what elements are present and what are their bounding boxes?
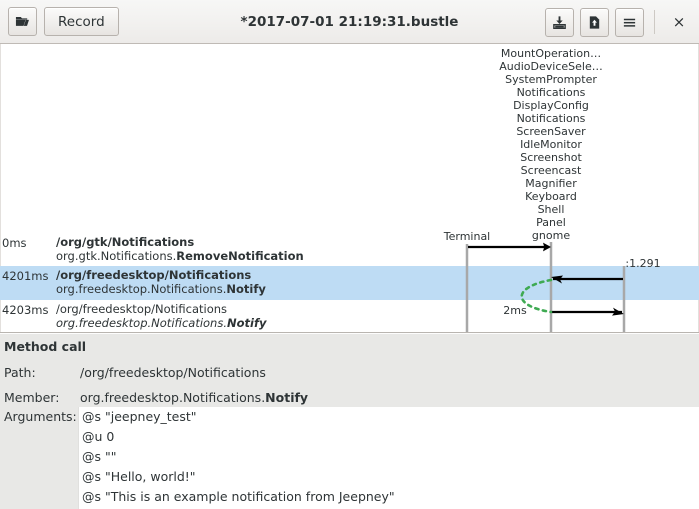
- open-folder-icon: [15, 14, 30, 29]
- member-label: Member:: [4, 390, 60, 405]
- duration-label: 2ms: [503, 304, 527, 317]
- event-member-name: Notify: [226, 282, 266, 296]
- terminal-lane-label: Terminal: [443, 230, 491, 243]
- export-file-icon: [587, 15, 602, 30]
- lane-label: SystemPrompter: [505, 73, 597, 86]
- window-titlebar: Record *2017-07-01 21:19:31.bustle ×: [0, 0, 699, 44]
- event-object-path: /org/freedesktop/Notifications: [56, 268, 252, 282]
- event-member: org.freedesktop.Notifications.Notify: [56, 282, 266, 296]
- table-row[interactable]: 4201ms /org/freedesktop/Notifications or…: [0, 266, 699, 300]
- message-details-panel: Method call Path: /org/freedesktop/Notif…: [0, 333, 699, 509]
- lane-label: Keyboard: [525, 190, 577, 203]
- table-row[interactable]: 4203ms /org/freedesktop/Notifications or…: [0, 300, 699, 332]
- lane-label: Screencast: [520, 164, 582, 177]
- event-member-name: RemoveNotification: [176, 249, 304, 263]
- event-member: org.freedesktop.Notifications.Notify: [56, 316, 266, 330]
- lane-label: Panel: [536, 216, 566, 229]
- lane-label: IdleMonitor: [520, 138, 582, 151]
- lane-label: Notifications: [516, 86, 586, 99]
- path-value: /org/freedesktop/Notifications: [80, 365, 266, 380]
- lane-label: Magnifier: [525, 177, 577, 190]
- arguments-label: Arguments:: [4, 409, 77, 424]
- open-file-button[interactable]: [8, 7, 37, 36]
- table-row[interactable]: 0ms /org/gtk/Notifications org.gtk.Notif…: [0, 233, 699, 267]
- lane-label: Notifications: [516, 112, 586, 125]
- save-to-disk-icon: [552, 15, 567, 30]
- lane-label: ScreenSaver: [516, 125, 586, 138]
- member-interface-text: org.freedesktop.Notifications.: [80, 390, 266, 405]
- event-object-path: /org/freedesktop/Notifications: [56, 302, 228, 316]
- save-button[interactable]: [545, 7, 574, 37]
- member-name-text: Notify: [265, 390, 309, 405]
- close-window-button[interactable]: ×: [665, 8, 693, 36]
- titlebar-separator: [654, 10, 655, 34]
- event-object-path: /org/gtk/Notifications: [56, 235, 195, 249]
- message-sequence-pane[interactable]: 0ms /org/gtk/Notifications org.gtk.Notif…: [0, 44, 699, 333]
- event-row-list: 0ms /org/gtk/Notifications org.gtk.Notif…: [0, 233, 699, 332]
- menu-button[interactable]: [615, 7, 644, 37]
- path-label: Path:: [4, 365, 36, 380]
- event-member: org.gtk.Notifications.RemoveNotification: [56, 249, 304, 263]
- argument-line: @s "This is an example notification from…: [82, 489, 395, 504]
- event-timestamp: 4201ms: [2, 269, 49, 283]
- event-member-name: Notify: [227, 316, 267, 330]
- argument-line: @s "Hello, world!": [82, 469, 196, 484]
- bustle-window: Record *2017-07-01 21:19:31.bustle × 0ms…: [0, 0, 699, 509]
- event-interface-text: org.freedesktop.Notifications.: [56, 316, 227, 330]
- event-timestamp: 0ms: [2, 236, 27, 250]
- titlebar-left-actions: Record: [8, 7, 119, 36]
- member-value: org.freedesktop.Notifications.Notify: [80, 390, 308, 405]
- lane-label: DisplayConfig: [513, 99, 589, 112]
- export-button[interactable]: [580, 7, 609, 37]
- titlebar-right-actions: ×: [545, 0, 693, 44]
- event-interface-text: org.freedesktop.Notifications.: [56, 282, 227, 296]
- lane-label: Shell: [537, 203, 565, 216]
- close-icon: ×: [672, 13, 686, 31]
- lane-label: MountOperation…: [500, 47, 602, 60]
- lane-label: Screenshot: [520, 151, 582, 164]
- bus-name-label: :1.291: [625, 257, 661, 270]
- record-button-label: Record: [58, 13, 105, 30]
- event-timestamp: 4203ms: [2, 303, 49, 317]
- record-button[interactable]: Record: [44, 7, 119, 36]
- lane-label: AudioDeviceSele…: [499, 60, 603, 73]
- argument-line: @s "": [82, 449, 117, 464]
- event-interface-text: org.gtk.Notifications.: [56, 249, 177, 263]
- details-title: Method call: [4, 339, 87, 354]
- lane-label-stack: MountOperation… AudioDeviceSele… SystemP…: [0, 46, 699, 241]
- arguments-value-box[interactable]: @s "jeepney_test" @u 0 @s "" @s "Hello, …: [78, 407, 699, 509]
- argument-line: @s "jeepney_test": [82, 409, 197, 424]
- hamburger-menu-icon: [622, 15, 637, 30]
- argument-line: @u 0: [82, 429, 115, 444]
